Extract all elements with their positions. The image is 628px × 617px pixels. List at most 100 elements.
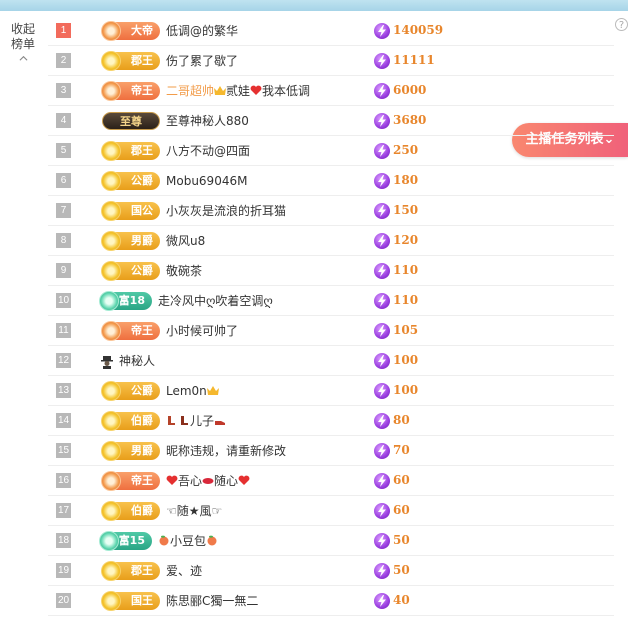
user-name[interactable]: 陈思郦C獨一無二 (166, 593, 258, 609)
contribution-number: 120 (393, 233, 419, 247)
ranking-row[interactable]: 16 帝王 吾心 随心 60 (48, 466, 614, 496)
purple-lightning-coin-icon (374, 173, 390, 189)
rank-number: 5 (56, 143, 71, 158)
user-name-text: ☜随★風☞ (166, 504, 223, 518)
help-icon[interactable]: ? (615, 18, 628, 31)
peach-icon (158, 534, 170, 548)
ranking-row[interactable]: 5 郡王 八方不动@四面 250 (48, 136, 614, 166)
ranking-row[interactable]: 1 大帝 低调@的繁华 140059 (48, 16, 614, 46)
user-name[interactable]: 儿子 (166, 413, 226, 429)
badge-medal-icon (101, 51, 121, 71)
badge-medal-icon (101, 471, 121, 491)
ranking-row[interactable]: 17 伯爵 ☜随★風☞ 60 (48, 496, 614, 526)
user-name[interactable]: 爱、迹 (166, 563, 202, 579)
purple-lightning-coin-icon (374, 53, 390, 69)
user-name[interactable]: 小灰灰是流浪的折耳猫 (166, 203, 286, 219)
user-name[interactable]: Lem0n (166, 383, 219, 399)
badge-medal-icon (101, 171, 121, 191)
badge-medal-icon (101, 261, 121, 281)
user-name[interactable]: 小豆包 (158, 533, 218, 549)
ranking-row[interactable]: 8 男爵 微风u8 120 (48, 226, 614, 256)
ranking-row[interactable]: 9 公爵 敬碗茶 110 (48, 256, 614, 286)
heart-icon (166, 474, 178, 488)
rank-number: 11 (56, 323, 71, 338)
ranking-row[interactable]: 14 伯爵 儿子 80 (48, 406, 614, 436)
ranking-row[interactable]: 20 国王 陈思郦C獨一無二 40 (48, 586, 614, 616)
badge-medal-icon (101, 141, 121, 161)
user-name[interactable]: 昵称违规，请重新修改 (166, 443, 286, 459)
level-badge: 郡王 (101, 51, 160, 71)
lips-icon (202, 474, 214, 488)
user-name[interactable]: Mobu69046M (166, 173, 247, 189)
ranking-row[interactable]: 3 帝王 二哥超帅 贰娃 我本低调 6000 (48, 76, 614, 106)
user-name[interactable]: 吾心 随心 (166, 473, 250, 489)
contribution-number: 70 (393, 443, 410, 457)
contribution-number: 110 (393, 293, 419, 307)
level-badge: 至尊 (102, 112, 160, 130)
user-name[interactable]: 小时候可帅了 (166, 323, 238, 339)
ranking-row[interactable]: 12 神秘人 100 (48, 346, 614, 376)
contribution-number: 3680 (393, 113, 427, 127)
ranking-row[interactable]: 4 至尊 至尊神秘人880 3680 (48, 106, 614, 136)
ranking-row[interactable]: 13 公爵 Lem0n 100 (48, 376, 614, 406)
purple-lightning-coin-icon (374, 443, 390, 459)
user-name-text: 昵称违规，请重新修改 (166, 444, 287, 458)
user-name-text: 走冷风中ღ吹着空调ღ (158, 294, 273, 308)
contribution-number: 110 (393, 263, 419, 277)
contribution-number: 80 (393, 413, 410, 427)
ranking-row[interactable]: 2 郡王 伤了累了歇了 11111 (48, 46, 614, 76)
user-name[interactable]: 至尊神秘人880 (166, 113, 249, 129)
level-badge: 国公 (101, 201, 160, 221)
purple-lightning-coin-icon (374, 23, 390, 39)
user-name[interactable]: 敬碗茶 (166, 263, 202, 279)
user-name-text: 小时候可帅了 (166, 324, 239, 338)
rank-number: 2 (56, 53, 71, 68)
user-name[interactable]: 八方不动@四面 (166, 143, 250, 159)
level-badge: 大帝 (101, 21, 160, 41)
ranking-row[interactable]: 10 富18 走冷风中ღ吹着空调ღ 110 (48, 286, 614, 316)
badge-medal-icon (101, 231, 121, 251)
purple-lightning-coin-icon (374, 263, 390, 279)
purple-lightning-coin-icon (374, 503, 390, 519)
user-name[interactable]: 伤了累了歇了 (166, 53, 238, 69)
level-badge: 伯爵 (101, 411, 160, 431)
rank-number: 3 (56, 83, 71, 98)
purple-lightning-coin-icon (374, 143, 390, 159)
user-name[interactable]: ☜随★風☞ (166, 503, 222, 519)
badge-label: 国公 (131, 204, 153, 217)
user-name-text: 儿子 (190, 414, 215, 428)
user-name-text: 敬碗茶 (166, 264, 203, 278)
user-name[interactable]: 低调@的繁华 (166, 23, 238, 39)
badge-medal-icon (99, 531, 119, 551)
rank-number: 12 (56, 353, 71, 368)
badge-label: 伯爵 (131, 414, 153, 427)
purple-lightning-coin-icon (374, 233, 390, 249)
level-badge: 郡王 (101, 141, 160, 161)
crown-icon (214, 84, 227, 98)
user-name[interactable]: 二哥超帅 贰娃 我本低调 (166, 83, 310, 99)
ranking-row[interactable]: 6 公爵 Mobu69046M 180 (48, 166, 614, 196)
contribution-number: 105 (393, 323, 419, 337)
ranking-row[interactable]: 7 国公 小灰灰是流浪的折耳猫 150 (48, 196, 614, 226)
badge-label: 郡王 (131, 54, 153, 67)
level-badge: 富15 (99, 531, 152, 551)
contribution-number: 100 (393, 383, 419, 397)
rank-number: 6 (56, 173, 71, 188)
ranking-row[interactable]: 19 郡王 爱、迹 50 (48, 556, 614, 586)
top-border-bar (0, 0, 628, 11)
contribution-number: 250 (393, 143, 419, 157)
rank-number: 1 (56, 23, 71, 38)
user-name-part: 二哥超帅 (166, 84, 215, 98)
user-name-text: Lem0n (166, 384, 207, 398)
ranking-row[interactable]: 11 帝王 小时候可帅了 105 (48, 316, 614, 346)
user-name[interactable]: 微风u8 (166, 233, 205, 249)
rank-number: 20 (56, 593, 71, 608)
user-name-text: 爱、迹 (166, 564, 203, 578)
user-name[interactable]: 走冷风中ღ吹着空调ღ (158, 293, 273, 309)
collapse-ranking-button[interactable]: 收起 榜单 (8, 22, 38, 63)
ranking-row[interactable]: 18 富15 小豆包 50 (48, 526, 614, 556)
purple-lightning-coin-icon (374, 413, 390, 429)
level-badge: 公爵 (101, 171, 160, 191)
user-name[interactable]: 神秘人 (119, 353, 155, 369)
ranking-row[interactable]: 15 男爵 昵称违规，请重新修改 70 (48, 436, 614, 466)
